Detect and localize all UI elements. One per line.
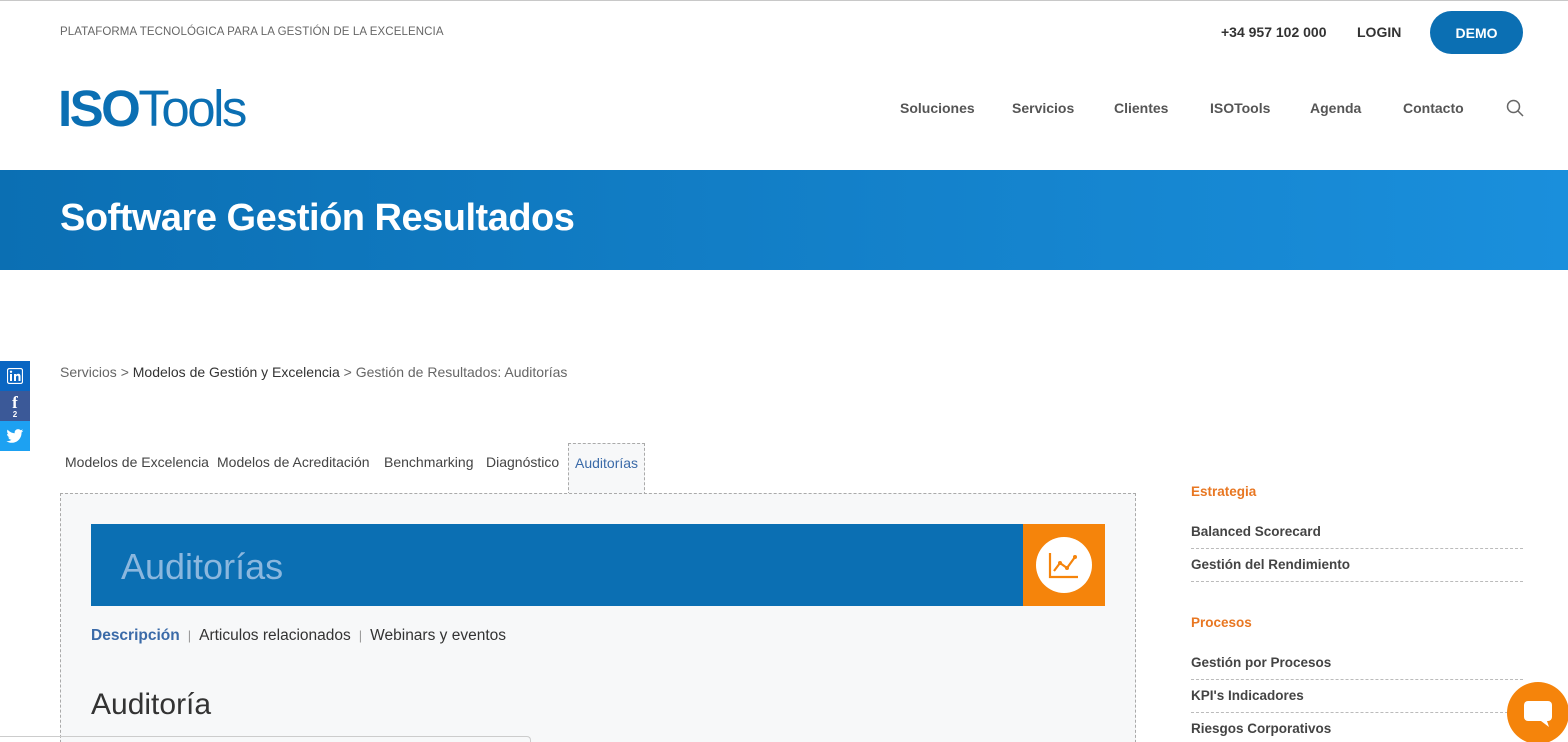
panel-title: Auditorías	[121, 546, 284, 587]
tab-modelos-excelencia[interactable]: Modelos de Excelencia	[65, 454, 209, 470]
content-panel: Auditorías Descripción | Articulos relacio…	[60, 493, 1136, 742]
twitter-share-button[interactable]	[0, 421, 30, 451]
chat-bubble-icon	[1524, 701, 1552, 727]
twitter-icon	[6, 428, 24, 443]
sidebar-item-balanced-scorecard[interactable]: Balanced Scorecard	[1191, 516, 1523, 549]
panel-header: Auditorías	[91, 524, 1023, 606]
tab-diagnostico[interactable]: Diagnóstico	[486, 454, 559, 470]
demo-button[interactable]: DEMO	[1430, 11, 1523, 54]
nav-soluciones[interactable]: Soluciones	[900, 100, 975, 116]
phone-link[interactable]: +34 957 102 000	[1221, 24, 1327, 40]
panel-icon-box	[1023, 524, 1105, 606]
isotools-logo[interactable]: ISOTools	[58, 82, 247, 136]
tab-modelos-acreditacion[interactable]: Modelos de Acreditación	[217, 454, 370, 470]
tab-benchmarking[interactable]: Benchmarking	[384, 454, 474, 470]
linkedin-share-button[interactable]	[0, 361, 30, 391]
breadcrumb-modelos[interactable]: Modelos de Gestión y Excelencia	[133, 364, 340, 380]
sidebar-item-gestion-rendimiento[interactable]: Gestión del Rendimiento	[1191, 549, 1523, 582]
search-icon[interactable]	[1506, 99, 1524, 117]
nav-servicios[interactable]: Servicios	[1012, 100, 1074, 116]
sidebar-category-estrategia[interactable]: Estrategia	[1191, 484, 1256, 499]
nav-agenda[interactable]: Agenda	[1310, 100, 1361, 116]
sidebar-item-gestion-procesos[interactable]: Gestión por Procesos	[1191, 647, 1523, 680]
breadcrumb: Servicios > Modelos de Gestión y Excelen…	[60, 364, 568, 380]
facebook-share-button[interactable]: f 2	[0, 391, 30, 421]
chat-button[interactable]	[1507, 682, 1568, 742]
linkedin-icon	[7, 368, 23, 384]
section-heading: Auditoría	[91, 688, 212, 721]
nav-contacto[interactable]: Contacto	[1403, 100, 1464, 116]
sidebar-item-riesgos[interactable]: Riesgos Corporativos	[1191, 713, 1523, 742]
bottom-divider	[0, 736, 531, 742]
chart-line-icon	[1048, 553, 1078, 579]
subnav-descripcion[interactable]: Descripción	[91, 627, 180, 644]
panel-subnav: Descripción | Articulos relacionados | Webin…	[91, 627, 506, 644]
sidebar-category-procesos[interactable]: Procesos	[1191, 615, 1252, 630]
page-title: Software Gestión Resultados	[60, 197, 575, 239]
nav-isotools[interactable]: ISOTools	[1210, 100, 1270, 116]
breadcrumb-current: Gestión de Resultados: Auditorías	[355, 364, 568, 380]
facebook-icon: f	[12, 392, 18, 412]
login-link[interactable]: LOGIN	[1357, 24, 1401, 40]
top-border	[0, 0, 1568, 1]
breadcrumb-servicios[interactable]: Servicios	[60, 364, 117, 380]
facebook-share-count: 2	[12, 409, 18, 419]
header-tagline: PLATAFORMA TECNOLÓGICA PARA LA GESTIÓN D…	[60, 26, 444, 38]
subnav-articulos[interactable]: Articulos relacionados	[199, 627, 351, 644]
nav-clientes[interactable]: Clientes	[1114, 100, 1168, 116]
tab-auditorias[interactable]: Auditorías	[568, 443, 645, 495]
sidebar-item-kpi-indicadores[interactable]: KPI's Indicadores	[1191, 680, 1523, 713]
subnav-webinars[interactable]: Webinars y eventos	[370, 627, 506, 644]
